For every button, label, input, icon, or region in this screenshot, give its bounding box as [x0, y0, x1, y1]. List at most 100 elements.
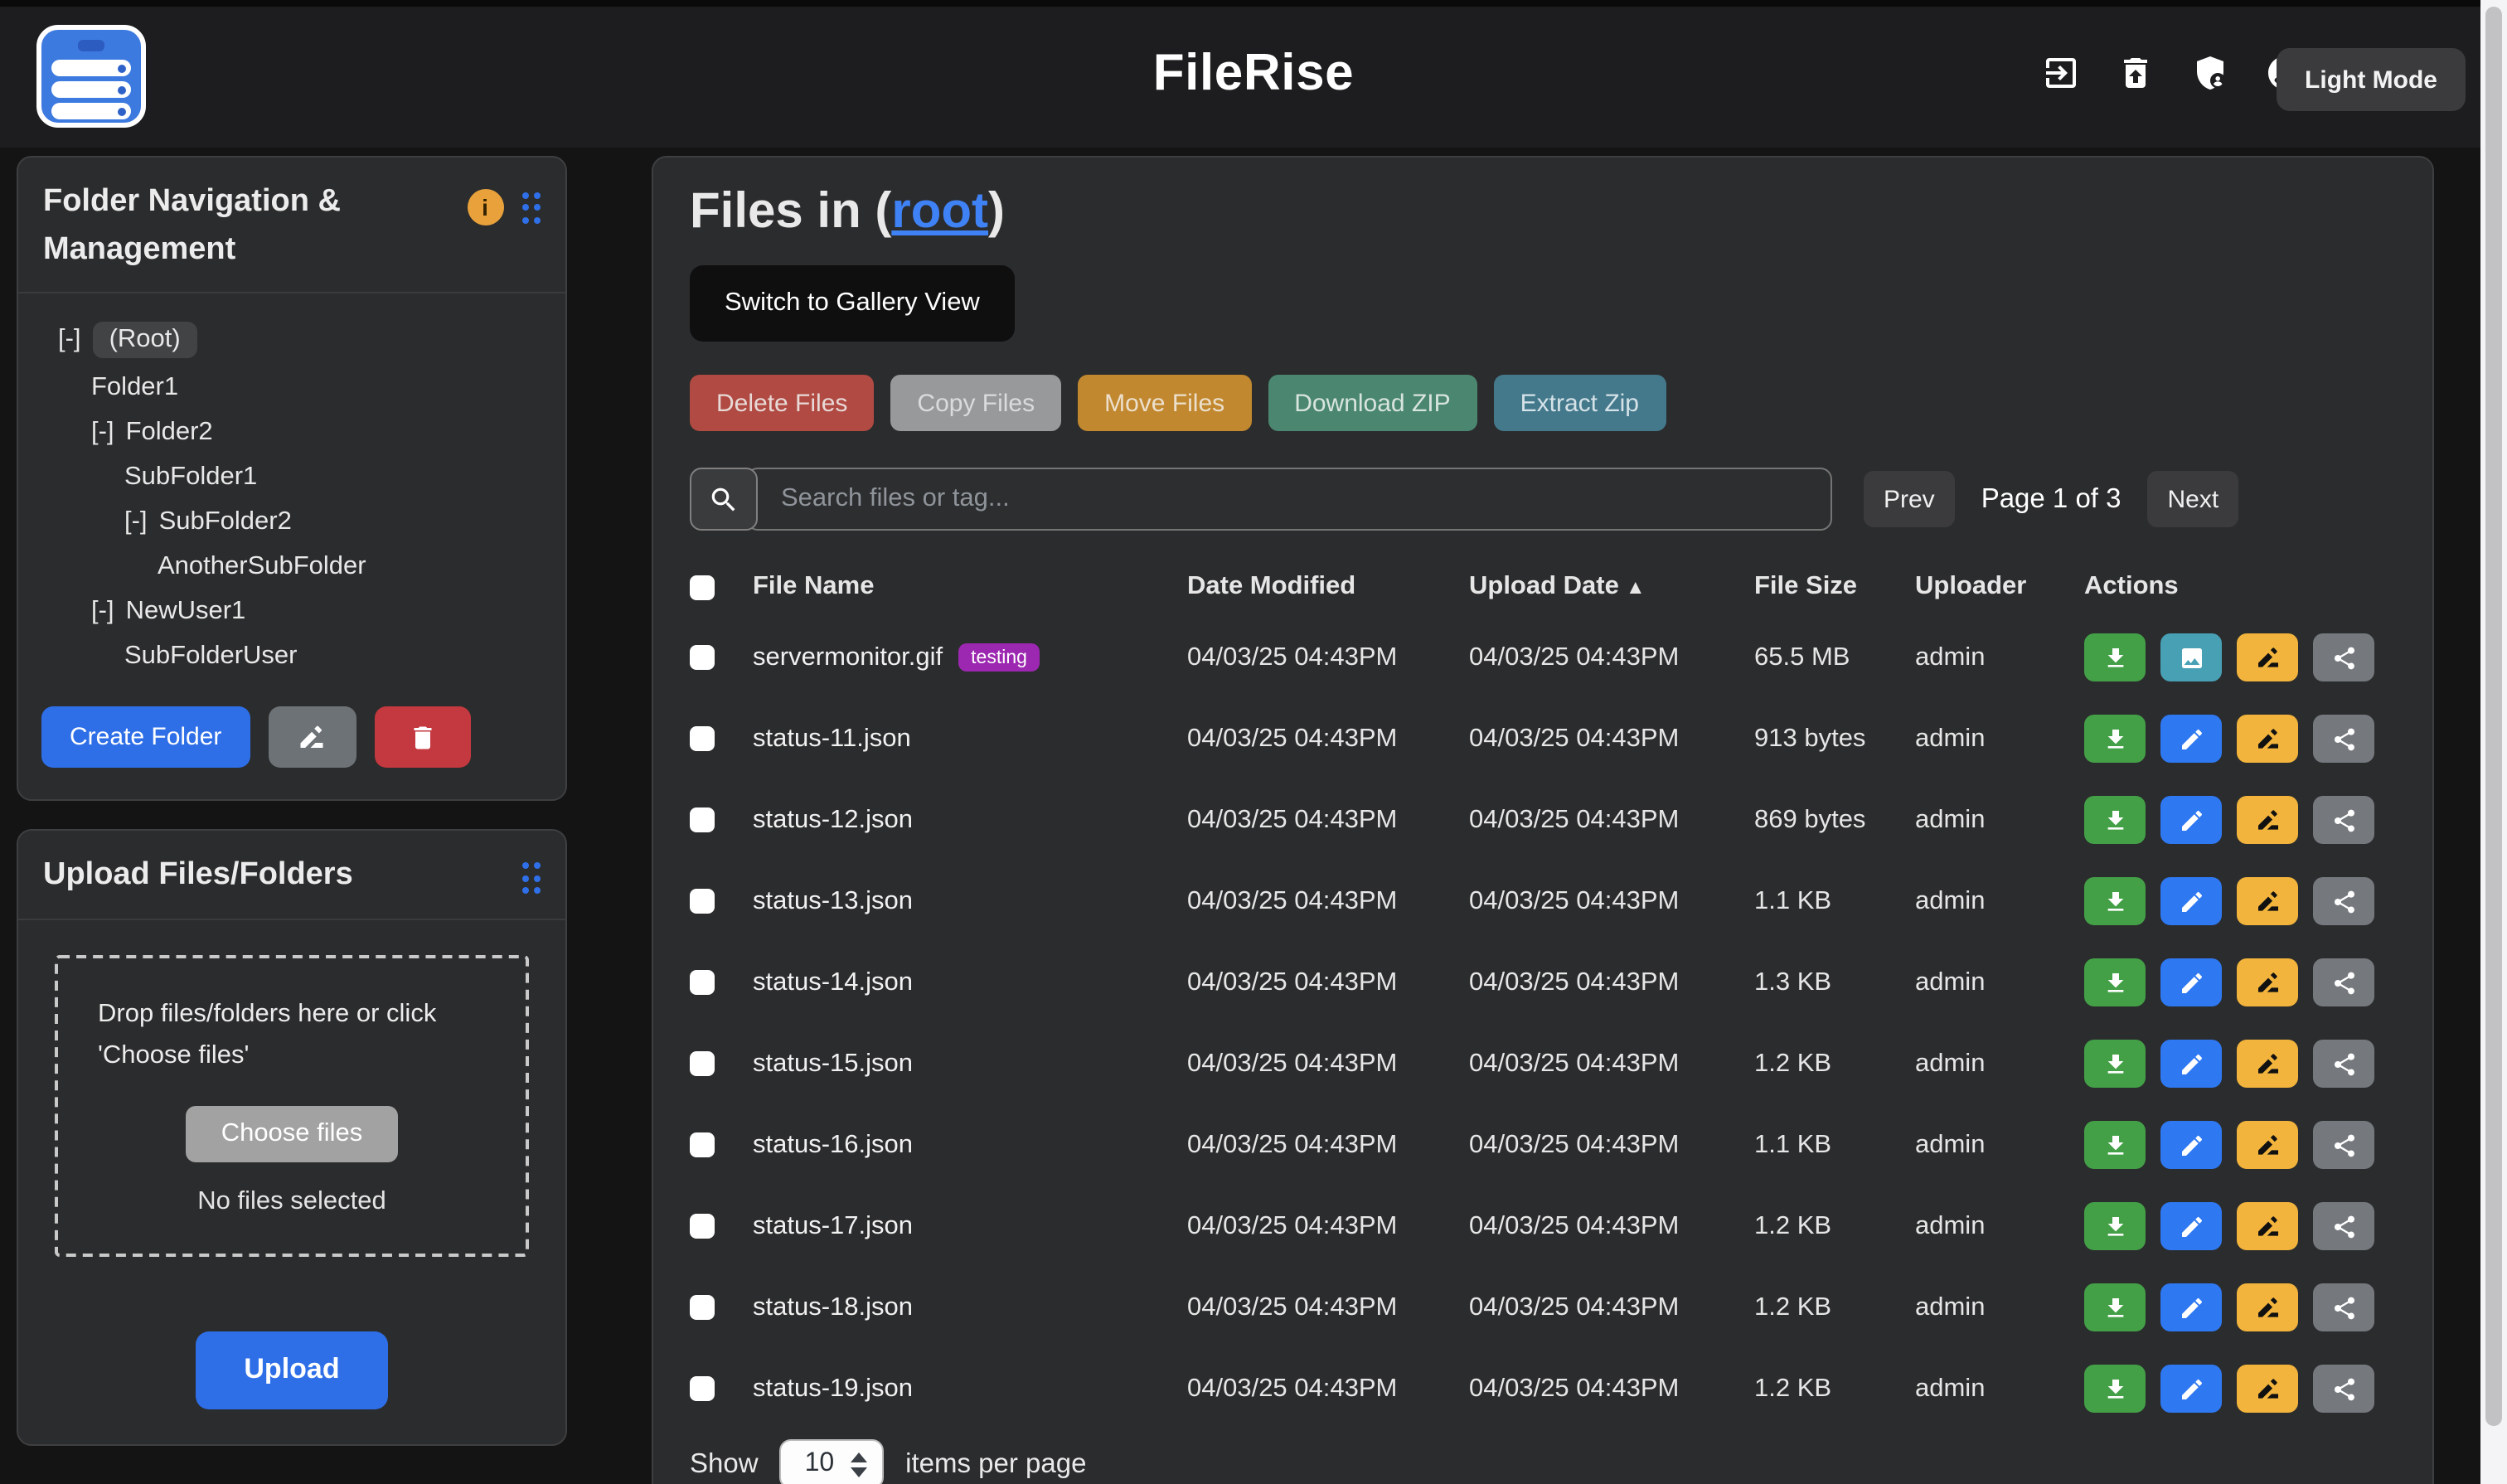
download-button[interactable] — [2084, 877, 2146, 925]
edit-file-button[interactable] — [2160, 1202, 2222, 1250]
rename-file-button[interactable] — [2237, 796, 2298, 844]
column-file-size[interactable]: File Size — [1754, 572, 1915, 602]
edit-file-button[interactable] — [2160, 1121, 2222, 1169]
download-button[interactable] — [2084, 715, 2146, 763]
row-checkbox[interactable] — [690, 889, 715, 914]
folder-name[interactable]: Folder2 — [126, 417, 213, 447]
toolbar-extract-zip-button[interactable]: Extract Zip — [1494, 375, 1666, 431]
rename-file-button[interactable] — [2237, 715, 2298, 763]
edit-file-button[interactable] — [2160, 796, 2222, 844]
folder-tree-item[interactable]: Folder1 — [41, 365, 542, 410]
row-checkbox[interactable] — [690, 726, 715, 751]
folder-name[interactable]: SubFolder2 — [159, 507, 292, 536]
row-checkbox[interactable] — [690, 645, 715, 670]
row-checkbox[interactable] — [690, 1132, 715, 1157]
download-button[interactable] — [2084, 633, 2146, 681]
column-uploader[interactable]: Uploader — [1915, 572, 2084, 602]
folder-tree-item[interactable]: SubFolder1 — [41, 454, 542, 499]
delete-folder-button[interactable] — [374, 706, 470, 768]
light-mode-button[interactable]: Light Mode — [2277, 48, 2466, 111]
folder-name[interactable]: SubFolderUser — [124, 641, 298, 671]
toolbar-download-zip-button[interactable]: Download ZIP — [1268, 375, 1477, 431]
drag-handle-icon[interactable] — [521, 862, 541, 894]
row-checkbox[interactable] — [690, 807, 715, 832]
download-button[interactable] — [2084, 1283, 2146, 1331]
rename-file-button[interactable] — [2237, 958, 2298, 1006]
prev-page-button[interactable]: Prev — [1864, 471, 1955, 527]
rename-file-button[interactable] — [2237, 1040, 2298, 1088]
items-per-page-select[interactable]: 10 — [780, 1439, 885, 1484]
share-button[interactable] — [2313, 1365, 2374, 1413]
share-button[interactable] — [2313, 1121, 2374, 1169]
admin-shield-icon[interactable] — [2190, 53, 2230, 93]
collapse-toggle[interactable]: [-] — [91, 596, 114, 626]
edit-file-button[interactable] — [2160, 877, 2222, 925]
toolbar-move-files-button[interactable]: Move Files — [1078, 375, 1251, 431]
share-button[interactable] — [2313, 958, 2374, 1006]
edit-file-button[interactable] — [2160, 958, 2222, 1006]
column-upload-date[interactable]: Upload Date▲ — [1469, 572, 1754, 602]
rename-file-button[interactable] — [2237, 1202, 2298, 1250]
folder-tree-item[interactable]: AnotherSubFolder — [41, 544, 542, 589]
root-folder-link[interactable]: root — [891, 184, 988, 239]
upload-button[interactable]: Upload — [196, 1331, 387, 1409]
edit-file-button[interactable] — [2160, 715, 2222, 763]
collapse-toggle[interactable]: [-] — [58, 324, 81, 354]
share-button[interactable] — [2313, 633, 2374, 681]
edit-file-button[interactable] — [2160, 1283, 2222, 1331]
logout-icon[interactable] — [2041, 53, 2081, 93]
folder-name[interactable]: NewUser1 — [126, 596, 246, 626]
row-checkbox[interactable] — [690, 1214, 715, 1239]
rename-folder-button[interactable] — [268, 706, 356, 768]
share-button[interactable] — [2313, 1283, 2374, 1331]
folder-tree-item[interactable]: [-] NewUser1 — [41, 589, 542, 633]
share-button[interactable] — [2313, 796, 2374, 844]
download-button[interactable] — [2084, 1202, 2146, 1250]
collapse-toggle[interactable]: [-] — [91, 417, 114, 447]
download-button[interactable] — [2084, 1121, 2146, 1169]
share-button[interactable] — [2313, 1040, 2374, 1088]
search-input[interactable] — [746, 468, 1832, 531]
select-all-checkbox[interactable] — [690, 575, 715, 599]
download-button[interactable] — [2084, 1040, 2146, 1088]
row-checkbox[interactable] — [690, 1295, 715, 1320]
folder-tree-item[interactable]: [-] Folder2 — [41, 410, 542, 454]
share-button[interactable] — [2313, 1202, 2374, 1250]
download-button[interactable] — [2084, 796, 2146, 844]
collapse-toggle[interactable]: [-] — [124, 507, 148, 536]
edit-file-button[interactable] — [2160, 1040, 2222, 1088]
rename-file-button[interactable] — [2237, 877, 2298, 925]
folder-name[interactable]: (Root) — [93, 321, 197, 357]
folder-name[interactable]: Folder1 — [91, 372, 178, 402]
folder-name[interactable]: SubFolder1 — [124, 462, 257, 492]
page-scrollbar[interactable] — [2480, 0, 2507, 1484]
download-button[interactable] — [2084, 1365, 2146, 1413]
search-icon[interactable] — [690, 468, 758, 531]
rename-file-button[interactable] — [2237, 1283, 2298, 1331]
next-page-button[interactable]: Next — [2148, 471, 2239, 527]
folder-name[interactable]: AnotherSubFolder — [158, 551, 366, 581]
info-icon[interactable]: i — [467, 189, 503, 226]
download-button[interactable] — [2084, 958, 2146, 1006]
column-date-modified[interactable]: Date Modified — [1187, 572, 1469, 602]
folder-tree-item[interactable]: [-] SubFolder2 — [41, 499, 542, 544]
share-button[interactable] — [2313, 715, 2374, 763]
toolbar-copy-files-button[interactable]: Copy Files — [890, 375, 1061, 431]
row-checkbox[interactable] — [690, 970, 715, 995]
rename-file-button[interactable] — [2237, 1365, 2298, 1413]
folder-tree-item[interactable]: SubFolderUser — [41, 633, 542, 678]
choose-files-button[interactable]: Choose files — [187, 1105, 398, 1161]
file-dropzone[interactable]: Drop files/folders here or click 'Choose… — [55, 954, 529, 1256]
rename-file-button[interactable] — [2237, 1121, 2298, 1169]
edit-file-button[interactable] — [2160, 1365, 2222, 1413]
preview-image-button[interactable] — [2160, 633, 2222, 681]
column-file-name[interactable]: File Name — [753, 572, 1187, 602]
drag-handle-icon[interactable] — [521, 192, 541, 223]
row-checkbox[interactable] — [690, 1376, 715, 1401]
rename-file-button[interactable] — [2237, 633, 2298, 681]
toolbar-delete-files-button[interactable]: Delete Files — [690, 375, 874, 431]
folder-tree-item[interactable]: [-] (Root) — [41, 313, 542, 365]
restore-trash-icon[interactable] — [2116, 53, 2155, 93]
create-folder-button[interactable]: Create Folder — [41, 706, 250, 768]
row-checkbox[interactable] — [690, 1051, 715, 1076]
